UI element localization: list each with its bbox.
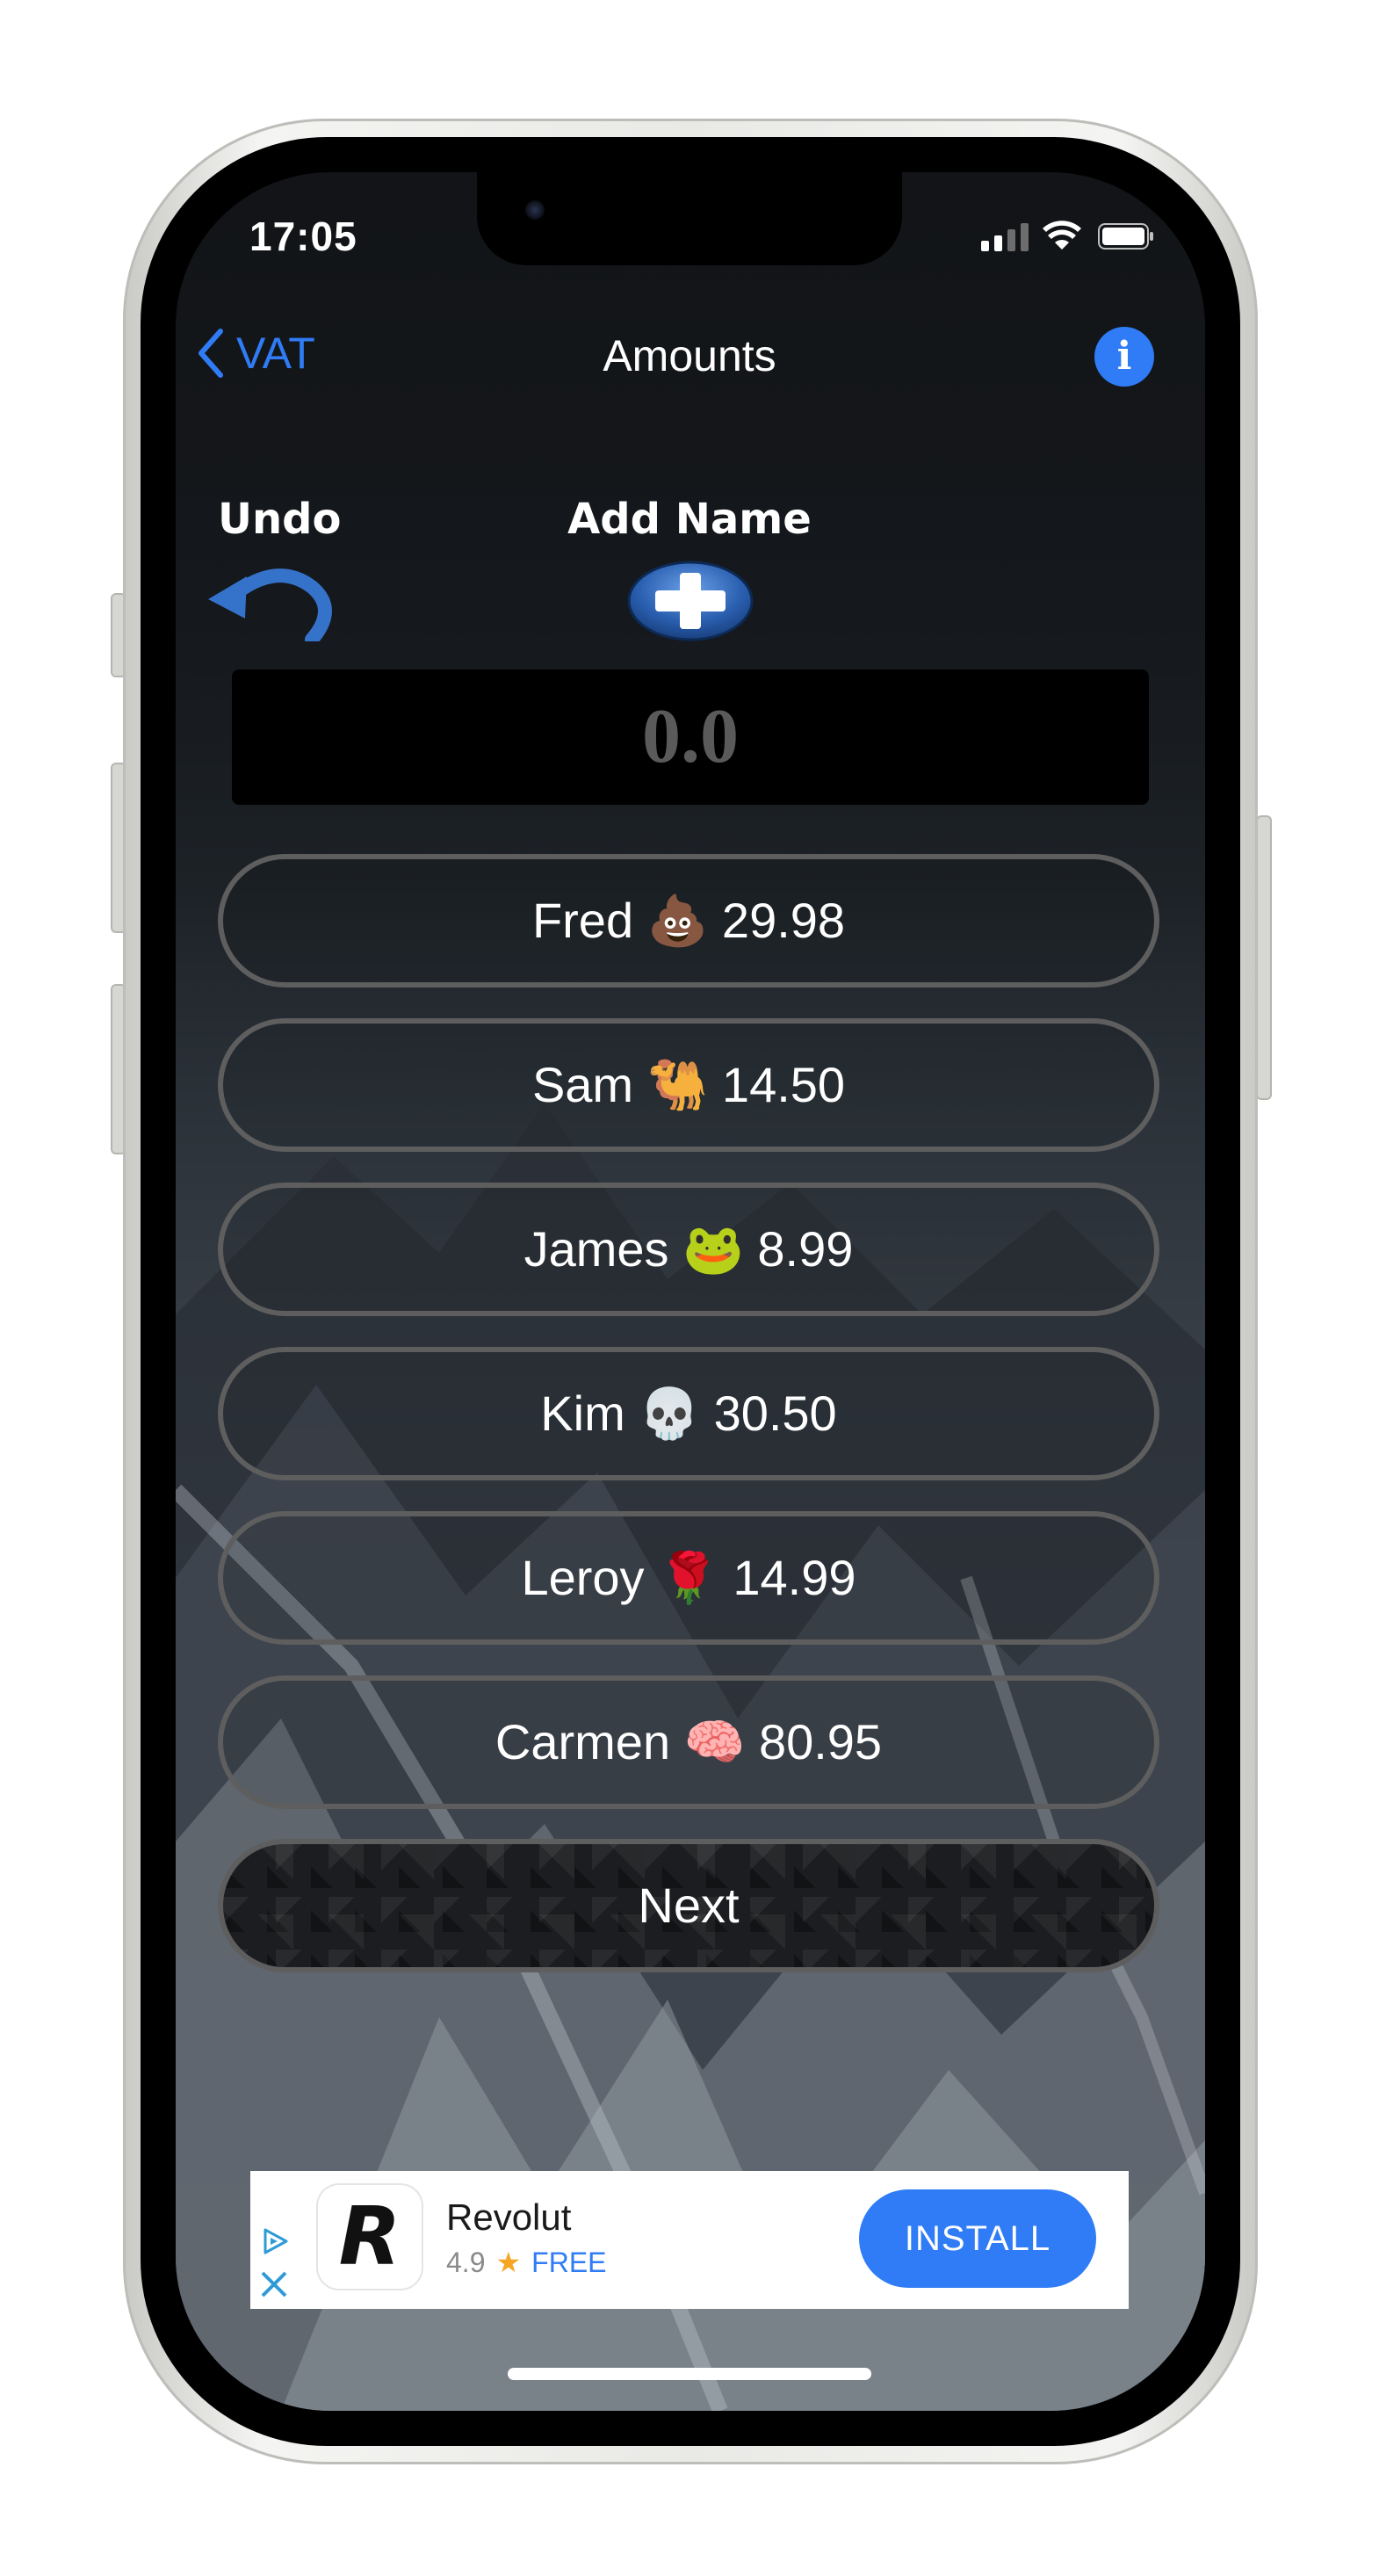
wifi-icon bbox=[1043, 221, 1081, 250]
ad-price: FREE bbox=[531, 2246, 607, 2278]
battery-icon bbox=[1098, 223, 1153, 250]
entry-button-kim[interactable]: Kim 💀 30.50 bbox=[218, 1347, 1159, 1480]
next-button[interactable]: Next bbox=[218, 1839, 1159, 1972]
cellular-signal-icon bbox=[981, 221, 1029, 251]
install-button[interactable]: INSTALL bbox=[859, 2189, 1096, 2288]
amount-input[interactable]: 0.0 bbox=[232, 669, 1149, 805]
home-indicator[interactable] bbox=[508, 2368, 871, 2380]
page-title: Amounts bbox=[603, 331, 776, 380]
close-icon[interactable] bbox=[258, 2268, 290, 2300]
status-time: 17:05 bbox=[249, 213, 357, 259]
ad-rating-row: 4.9 ★ FREE bbox=[446, 2246, 607, 2279]
notch bbox=[477, 172, 902, 265]
adchoices-icon[interactable] bbox=[260, 2226, 290, 2256]
entry-button-sam[interactable]: Sam 🐫 14.50 bbox=[218, 1018, 1159, 1152]
undo-arrow-icon[interactable] bbox=[206, 561, 336, 641]
info-icon[interactable]: i bbox=[1094, 327, 1154, 387]
star-icon: ★ bbox=[495, 2247, 522, 2278]
power-button bbox=[1256, 815, 1272, 1100]
front-camera bbox=[525, 200, 545, 220]
entry-button-leroy[interactable]: Leroy 🌹 14.99 bbox=[218, 1511, 1159, 1645]
entry-button-fred[interactable]: Fred 💩 29.98 bbox=[218, 854, 1159, 988]
revolut-logo: R bbox=[318, 2185, 422, 2289]
ad-rating-value: 4.9 bbox=[446, 2246, 486, 2278]
add-name-label: Add Name bbox=[567, 495, 812, 544]
plus-icon[interactable] bbox=[625, 559, 755, 643]
entry-button-james[interactable]: James 🐸 8.99 bbox=[218, 1183, 1159, 1316]
ad-app-name: Revolut bbox=[446, 2196, 572, 2238]
entry-button-carmen[interactable]: Carmen 🧠 80.95 bbox=[218, 1675, 1159, 1809]
